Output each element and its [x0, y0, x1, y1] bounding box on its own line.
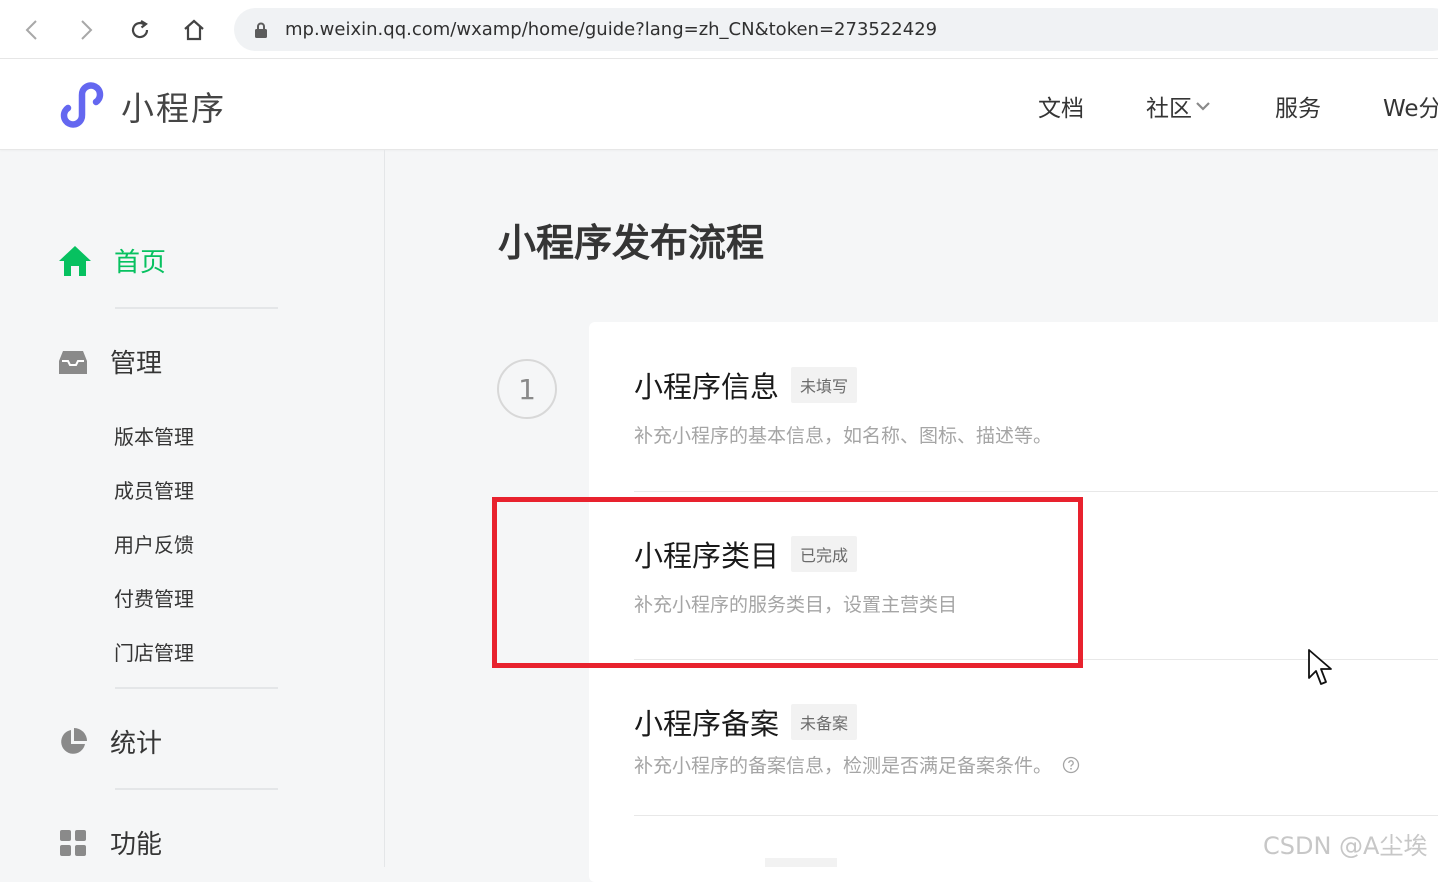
nav-community[interactable]: 社区 — [1146, 89, 1211, 123]
help-circle-icon[interactable] — [1062, 756, 1080, 774]
sidebar-item-home[interactable]: 首页 — [58, 242, 166, 279]
lock-icon — [255, 22, 267, 38]
grid-icon — [60, 829, 86, 856]
nav-services[interactable]: 服务 — [1275, 89, 1321, 123]
page-title: 小程序发布流程 — [498, 221, 765, 265]
status-badge-partial — [765, 858, 837, 867]
site-header: 小程序 文档 社区 服务 We分 — [0, 59, 1438, 150]
sidebar-item-features[interactable]: 功能 — [58, 824, 162, 861]
step-description: 补充小程序的基本信息，如名称、图标、描述等。 — [634, 425, 1053, 447]
sidebar-label-home: 首页 — [114, 248, 167, 278]
sidebar-item-user-feedback[interactable]: 用户反馈 — [114, 529, 194, 558]
step-item-filing[interactable]: 小程序备案 未备案 — [634, 701, 858, 743]
nav-community-label: 社区 — [1146, 96, 1192, 122]
url-text: mp.weixin.qq.com/wxamp/home/guide?lang=z… — [285, 19, 938, 40]
sidebar-label-stats: 统计 — [110, 729, 163, 759]
sidebar-item-version-management[interactable]: 版本管理 — [114, 421, 194, 450]
sidebar-label-manage: 管理 — [110, 349, 163, 379]
sidebar-item-payment-management[interactable]: 付费管理 — [114, 583, 194, 612]
forward-button[interactable] — [68, 12, 104, 48]
sidebar-label-features: 功能 — [110, 830, 163, 860]
back-button[interactable] — [14, 12, 50, 48]
step-title: 小程序备案 — [634, 707, 780, 741]
sidebar-divider — [115, 307, 278, 309]
sidebar-divider — [115, 788, 278, 790]
arrow-right-icon — [81, 20, 93, 40]
inbox-icon — [59, 350, 87, 374]
sidebar-item-store-management[interactable]: 门店管理 — [114, 637, 194, 666]
home-button[interactable] — [176, 12, 212, 48]
sidebar-divider — [115, 687, 278, 689]
chevron-down-icon — [1196, 102, 1210, 111]
address-bar[interactable]: mp.weixin.qq.com/wxamp/home/guide?lang=z… — [234, 8, 1438, 51]
pie-chart-icon — [61, 727, 87, 754]
sidebar-item-member-management[interactable]: 成员管理 — [114, 475, 194, 504]
browser-toolbar: mp.weixin.qq.com/wxamp/home/guide?lang=z… — [0, 0, 1438, 59]
status-badge: 未填写 — [791, 367, 858, 403]
step-title: 小程序信息 — [634, 370, 780, 404]
sidebar: 首页 管理 版本管理 成员管理 用户反馈 付费管理 门店管理 统计 功能 — [0, 150, 385, 867]
sidebar-item-stats[interactable]: 统计 — [58, 723, 162, 760]
watermark: CSDN @A尘埃 — [1263, 832, 1428, 860]
arrow-left-icon — [25, 20, 37, 40]
sidebar-item-manage[interactable]: 管理 — [58, 343, 162, 380]
highlight-annotation-box — [492, 497, 1083, 668]
step-item-info[interactable]: 小程序信息 未填写 — [634, 364, 858, 406]
step-divider — [634, 491, 1438, 492]
step-description: 补充小程序的备案信息，检测是否满足备案条件。 — [634, 755, 1053, 777]
nav-we-points[interactable]: We分 — [1383, 89, 1438, 123]
home-outline-icon — [184, 19, 204, 41]
reload-button[interactable] — [122, 12, 158, 48]
brand-name[interactable]: 小程序 — [121, 82, 226, 130]
step-divider — [634, 815, 1438, 816]
step-description-row: 补充小程序的备案信息，检测是否满足备案条件。 — [634, 751, 1080, 778]
miniprogram-logo-icon[interactable] — [58, 80, 106, 128]
nav-docs[interactable]: 文档 — [1038, 89, 1084, 123]
home-icon — [59, 245, 91, 276]
status-badge: 未备案 — [791, 704, 858, 740]
step-number-badge: 1 — [497, 359, 557, 419]
reload-icon — [131, 20, 149, 39]
mouse-cursor-icon — [1308, 649, 1332, 685]
